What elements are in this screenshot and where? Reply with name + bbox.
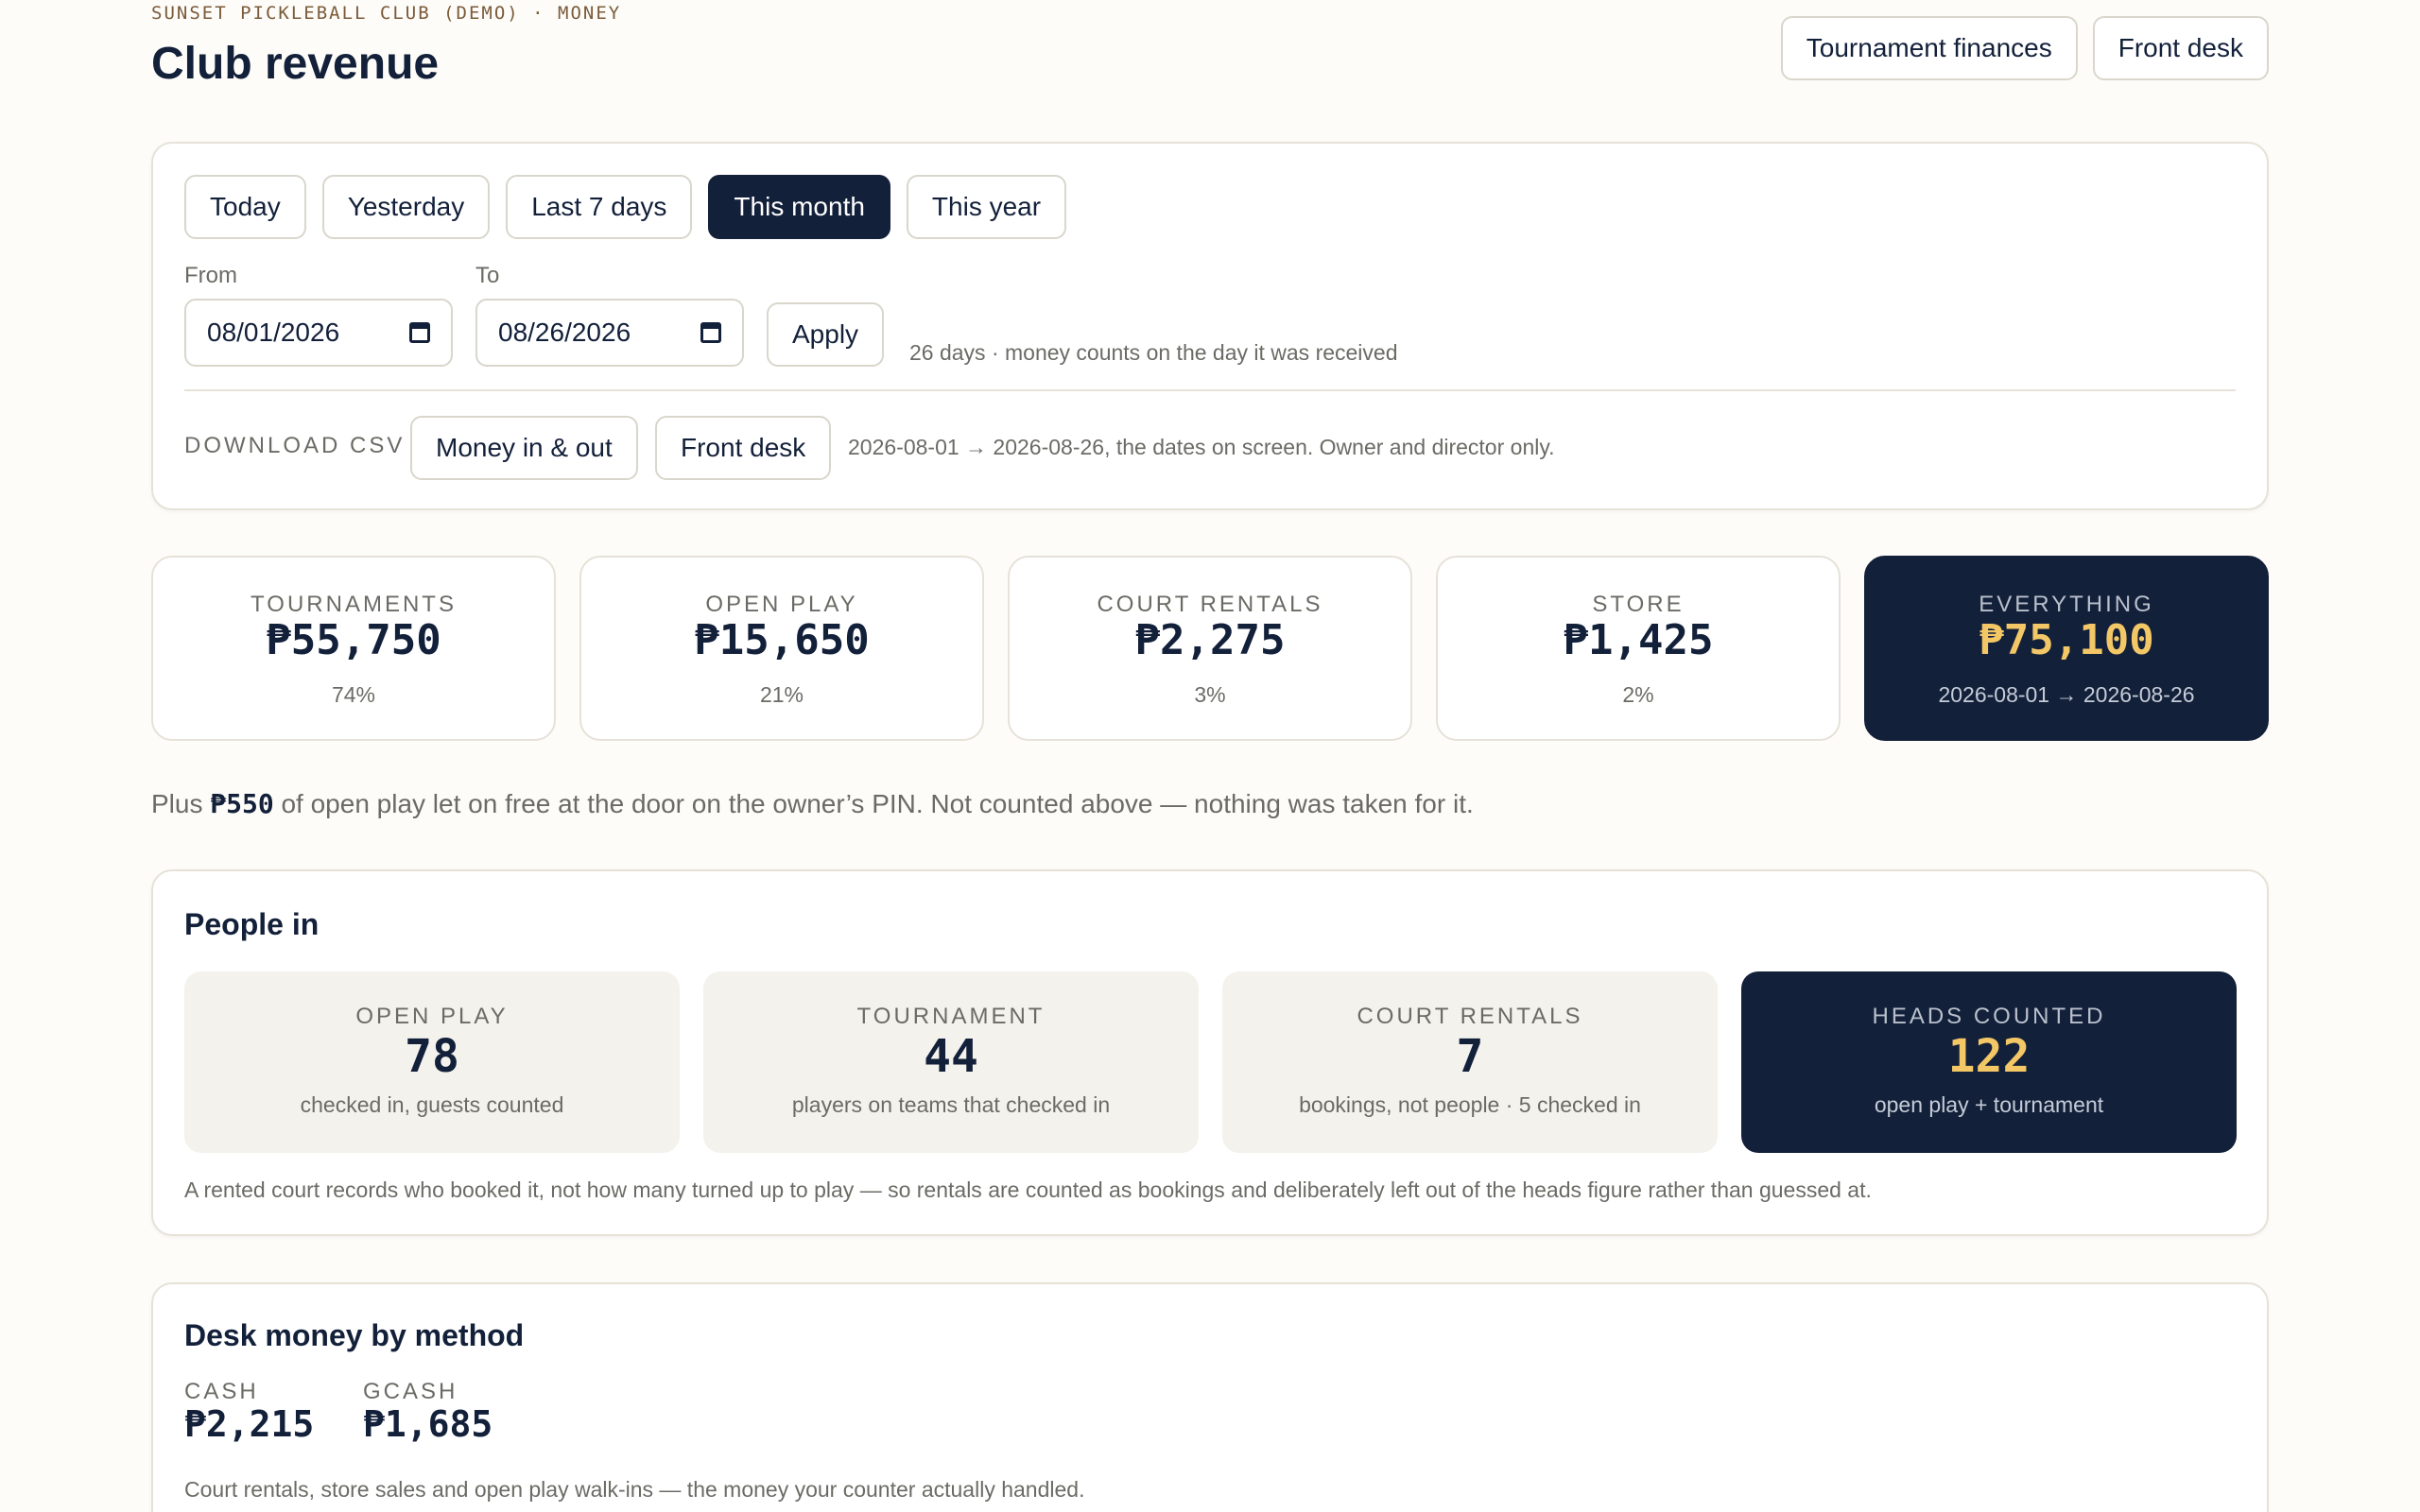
preset-last-7-days-button[interactable]: Last 7 days	[506, 175, 693, 239]
csv-money-button[interactable]: Money in & out	[410, 416, 638, 480]
from-label: From	[184, 263, 237, 288]
free-note-amount: ₱550	[210, 788, 274, 819]
stat-label: EVERYTHING	[1979, 592, 2154, 617]
stat-tile-store: STORE ₱1,425 2%	[1436, 556, 1841, 741]
stat-share: 3%	[1194, 682, 1226, 707]
people-in-title: People in	[184, 907, 320, 941]
people-tile-court-rentals: COURT RENTALS 7 bookings, not people · 5…	[1222, 971, 1718, 1153]
csv-note: 2026-08-01 → 2026-08-26, the dates on sc…	[848, 435, 1555, 459]
top-actions: Tournament finances Front desk	[1780, 16, 2269, 80]
to-label: To	[475, 263, 500, 288]
people-in-card: People in OPEN PLAY 78 checked in, guest…	[151, 869, 2269, 1236]
page-eyebrow: SUNSET PICKLEBALL CLUB (DEMO) · MONEY	[151, 3, 622, 24]
preset-this-month-button[interactable]: This month	[708, 175, 890, 239]
stat-tile-open-play: OPEN PLAY ₱15,650 21%	[579, 556, 984, 741]
from-date-input[interactable]: 08/01/2026	[184, 299, 453, 367]
people-value: 122	[1947, 1030, 2031, 1083]
free-note-before: Plus	[151, 789, 211, 818]
people-sub: players on teams that checked in	[791, 1092, 1111, 1117]
method-value-cash: ₱2,215	[184, 1403, 315, 1445]
people-note: A rented court records who booked it, no…	[184, 1177, 1872, 1202]
stat-value: ₱75,100	[1979, 616, 2154, 664]
stat-value: ₱2,275	[1134, 616, 1286, 664]
divider	[184, 389, 2236, 391]
preset-this-year-button[interactable]: This year	[906, 175, 1067, 239]
preset-yesterday-button[interactable]: Yesterday	[321, 175, 491, 239]
stat-label: COURT RENTALS	[1097, 592, 1323, 617]
range-presets: Today Yesterday Last 7 days This month T…	[184, 175, 1067, 239]
stat-label: OPEN PLAY	[705, 592, 858, 617]
stat-value: ₱1,425	[1563, 616, 1714, 664]
stat-value: ₱55,750	[266, 616, 441, 664]
range-hint: 26 days · money counts on the day it was…	[909, 340, 1398, 365]
people-sub: open play + tournament	[1874, 1092, 2104, 1117]
stat-value: ₱15,650	[694, 616, 870, 664]
free-note-after: of open play let on free at the door on …	[273, 789, 1474, 818]
people-label: OPEN PLAY	[355, 1004, 509, 1029]
stat-share: 2%	[1622, 682, 1654, 707]
stat-range: 2026-08-01 → 2026-08-26	[1938, 682, 2195, 707]
method-value-gcash: ₱1,685	[363, 1403, 493, 1445]
stat-tile-everything: EVERYTHING ₱75,100 2026-08-01 → 2026-08-…	[1864, 556, 2269, 741]
people-value: 44	[924, 1030, 978, 1083]
stat-label: TOURNAMENTS	[251, 592, 457, 617]
csv-front-desk-button[interactable]: Front desk	[655, 416, 832, 480]
download-csv-label: DOWNLOAD CSV	[184, 433, 406, 458]
people-label: HEADS COUNTED	[1872, 1004, 2106, 1029]
page-title: Club revenue	[151, 39, 440, 89]
people-tile-heads-counted: HEADS COUNTED 122 open play + tournament	[1741, 971, 2237, 1153]
date-range-card: Today Yesterday Last 7 days This month T…	[151, 142, 2269, 510]
tournament-finances-button[interactable]: Tournament finances	[1780, 16, 2078, 80]
people-sub: bookings, not people · 5 checked in	[1299, 1092, 1641, 1117]
stat-share: 74%	[331, 682, 376, 707]
to-date-input[interactable]: 08/26/2026	[475, 299, 744, 367]
stat-tile-tournaments: TOURNAMENTS ₱55,750 74%	[151, 556, 556, 741]
method-label-cash: CASH	[184, 1379, 259, 1404]
calendar-icon[interactable]	[409, 322, 430, 343]
to-date-value: 08/26/2026	[498, 318, 631, 347]
people-value: 7	[1456, 1030, 1484, 1083]
stat-label: STORE	[1592, 592, 1685, 617]
calendar-icon[interactable]	[700, 322, 721, 343]
front-desk-button[interactable]: Front desk	[2092, 16, 2269, 80]
people-tile-open-play: OPEN PLAY 78 checked in, guests counted	[184, 971, 680, 1153]
stat-tile-court-rentals: COURT RENTALS ₱2,275 3%	[1008, 556, 1412, 741]
apply-button[interactable]: Apply	[767, 302, 885, 367]
from-date-value: 08/01/2026	[207, 318, 340, 347]
stat-share: 21%	[759, 682, 804, 707]
people-tile-tournament: TOURNAMENT 44 players on teams that chec…	[703, 971, 1199, 1153]
desk-money-title: Desk money by method	[184, 1318, 525, 1352]
preset-today-button[interactable]: Today	[184, 175, 306, 239]
people-sub: checked in, guests counted	[300, 1092, 564, 1117]
method-label-gcash: GCASH	[363, 1379, 458, 1404]
desk-note: Court rentals, store sales and open play…	[184, 1477, 1085, 1502]
people-label: COURT RENTALS	[1357, 1004, 1583, 1029]
free-entry-note: Plus ₱550 of open play let on free at th…	[151, 788, 1474, 819]
people-value: 78	[405, 1030, 459, 1083]
people-label: TOURNAMENT	[856, 1004, 1046, 1029]
desk-money-card: Desk money by method CASH ₱2,215 GCASH ₱…	[151, 1282, 2269, 1512]
